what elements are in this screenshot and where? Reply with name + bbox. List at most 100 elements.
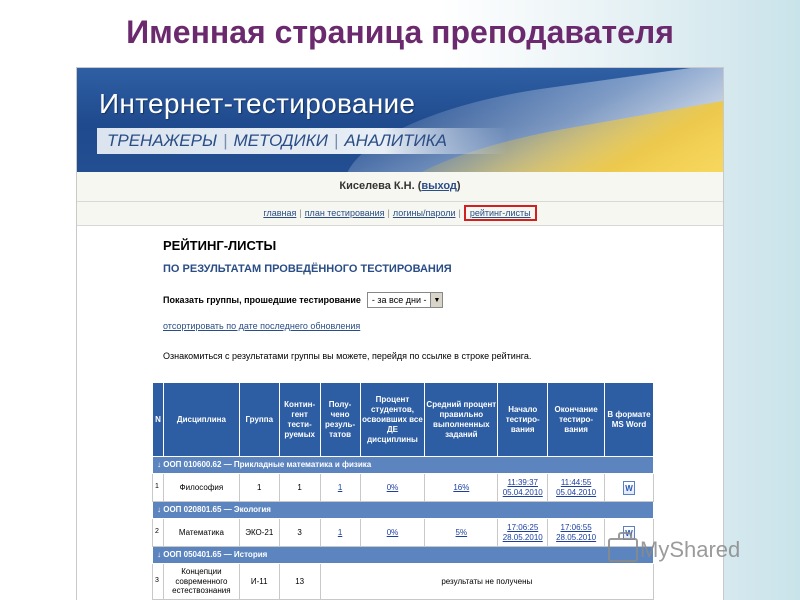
date-filter-select[interactable]: - за все дни - ▼ xyxy=(366,292,444,308)
row-end-cell: 17:06:55 28.05.2010 xyxy=(547,518,606,547)
group-code: 050401.65 xyxy=(183,550,222,560)
main-content: РЕЙТИНГ-ЛИСТЫ ПО РЕЗУЛЬТАТАМ ПРОВЕДЁННОГ… xyxy=(77,226,723,361)
sort-by-date-link[interactable]: отсортировать по дате последнего обновле… xyxy=(163,321,360,331)
group-cell[interactable]: ↓ ООП 050401.65 — История xyxy=(152,546,654,564)
group-cell[interactable]: ↓ ООП 020801.65 — Экология xyxy=(152,501,654,519)
info-text: Ознакомиться с результатами группы вы мо… xyxy=(163,351,532,361)
page-subtitle: ПО РЕЗУЛЬТАТАМ ПРОВЕДЁННОГО ТЕСТИРОВАНИЯ xyxy=(163,263,452,275)
nav-active-highlight: рейтинг-листы xyxy=(463,205,537,221)
col-header-n: N xyxy=(152,382,164,457)
table-row: 2 Математика ЭКО-21 3 1 0% 5% 17:06:25 28… xyxy=(152,518,654,547)
row-discipline: Концепции современного естествознания xyxy=(162,563,240,600)
group-name: — Прикладные математика и физика xyxy=(221,460,372,470)
row-contingent: 3 xyxy=(278,518,321,547)
banner-menu: ТРЕНАЖЕРЫ | МЕТОДИКИ | АНАЛИТИКА xyxy=(97,128,508,154)
logout-link[interactable]: выход xyxy=(421,180,457,192)
row-avg-percent-link[interactable]: 16% xyxy=(453,483,469,492)
row-group: ЭКО-21 xyxy=(238,518,280,547)
group-cell[interactable]: ↓ ООП 010600.62 — Прикладные математика … xyxy=(152,456,654,474)
group-row[interactable]: ↓ ООП 050401.65 — История xyxy=(152,546,654,564)
nav-logins[interactable]: логины/пароли xyxy=(393,208,456,218)
table-row: 3 Концепции современного естествознания … xyxy=(152,563,655,600)
browser-page: Интернет-тестирование ТРЕНАЖЕРЫ | МЕТОДИКИ… xyxy=(76,67,724,600)
chevron-down-icon[interactable]: ▼ xyxy=(430,293,443,307)
row-number: 3 xyxy=(152,563,164,600)
row-percent-all-cell: 0% xyxy=(359,473,426,502)
col-header-contingent: Контин-гент тести-руемых xyxy=(278,382,321,457)
row-group: 1 xyxy=(238,473,280,502)
row-results-link[interactable]: 1 xyxy=(338,528,342,537)
filter-row: Показать группы, прошедшие тестирование … xyxy=(163,292,723,308)
row-contingent: 1 xyxy=(278,473,321,502)
menu-methods[interactable]: МЕТОДИКИ xyxy=(233,131,327,150)
row-discipline: Математика xyxy=(162,518,240,547)
menu-analytics[interactable]: АНАЛИТИКА xyxy=(344,131,447,150)
group-prefix: ↓ ООП xyxy=(157,505,184,515)
col-header-end: Окончание тестиро-вания xyxy=(547,382,606,457)
page-title: РЕЙТИНГ-ЛИСТЫ xyxy=(163,238,277,253)
col-header-group: Группа xyxy=(238,382,280,457)
row-number: 2 xyxy=(152,518,164,547)
col-header-results: Полу-чено резуль-татов xyxy=(319,382,361,457)
site-title: Интернет-тестирование xyxy=(99,88,416,119)
nav-rating-lists[interactable]: рейтинг-листы xyxy=(470,208,531,218)
row-start-link[interactable]: 11:39:37 05.04.2010 xyxy=(503,478,543,497)
col-header-percent-all: Процент студентов, освоивших все ДЕ дисц… xyxy=(359,382,426,457)
table-row: 1 Философия 1 1 1 0% 16% 11:39:37 05.04.2… xyxy=(152,473,654,502)
row-end-link[interactable]: 17:06:55 28.05.2010 xyxy=(556,523,596,542)
row-end-time: 17:06:55 xyxy=(560,522,592,532)
col-header-avg-percent: Средний процент правильно выполненных за… xyxy=(424,382,499,457)
row-start-link[interactable]: 17:06:25 28.05.2010 xyxy=(503,523,543,542)
row-start-cell: 11:39:37 05.04.2010 xyxy=(497,473,549,502)
date-filter-value: - за все дни - xyxy=(371,295,427,305)
table-header-row: N Дисциплина Группа Контин-гент тести-ру… xyxy=(152,382,654,457)
menu-trainers[interactable]: ТРЕНАЖЕРЫ xyxy=(107,131,217,150)
menu-separator: | xyxy=(223,131,228,150)
row-percent-all-link[interactable]: 0% xyxy=(387,528,399,537)
row-start-date: 28.05.2010 xyxy=(502,532,543,542)
row-avg-percent-cell: 16% xyxy=(424,473,499,502)
briefcase-icon xyxy=(608,532,638,562)
row-contingent: 13 xyxy=(278,563,321,600)
row-avg-percent-cell: 5% xyxy=(424,518,499,547)
group-prefix: ↓ ООП xyxy=(157,460,184,470)
user-bar-close: ) xyxy=(456,180,461,192)
col-header-word: В формате MS Word xyxy=(604,382,654,457)
nav-home[interactable]: главная xyxy=(263,208,296,218)
nav-test-plan[interactable]: план тестирования xyxy=(305,208,385,218)
menu-separator: | xyxy=(333,131,339,150)
row-end-time: 11:44:55 xyxy=(560,477,592,487)
group-row[interactable]: ↓ ООП 010600.62 — Прикладные математика … xyxy=(152,456,654,474)
row-end-date: 05.04.2010 xyxy=(556,487,597,497)
group-name: — Экология xyxy=(221,505,271,515)
row-word-cell: W xyxy=(604,473,654,502)
row-end-link[interactable]: 11:44:55 05.04.2010 xyxy=(556,478,596,497)
nav-bar: главная | план тестирования | логины/пароли |… xyxy=(77,202,723,226)
row-results-link[interactable]: 1 xyxy=(338,483,342,492)
group-name: — История xyxy=(221,550,268,560)
user-bar: Киселева К.Н. (выход) xyxy=(77,172,723,202)
row-end-cell: 11:44:55 05.04.2010 xyxy=(547,473,606,502)
ms-word-icon[interactable]: W xyxy=(623,480,636,495)
row-end-date: 28.05.2010 xyxy=(556,532,597,542)
row-discipline: Философия xyxy=(162,473,240,502)
nav-separator: | xyxy=(299,208,302,218)
row-start-time: 17:06:25 xyxy=(507,522,539,532)
row-results-cell: 1 xyxy=(319,473,361,502)
group-code: 010600.62 xyxy=(183,460,222,470)
row-percent-all-cell: 0% xyxy=(359,518,426,547)
row-percent-all-link[interactable]: 0% xyxy=(387,483,399,492)
nav-separator: | xyxy=(458,208,461,218)
filter-label: Показать группы, прошедшие тестирование xyxy=(163,295,361,305)
watermark: MyShared xyxy=(608,532,741,563)
row-start-cell: 17:06:25 28.05.2010 xyxy=(497,518,549,547)
row-start-time: 11:39:37 xyxy=(507,477,538,487)
row-avg-percent-link[interactable]: 5% xyxy=(456,528,468,537)
watermark-text: MyShared xyxy=(640,537,741,562)
slide-title: Именная страница преподавателя xyxy=(126,14,674,50)
site-banner: Интернет-тестирование ТРЕНАЖЕРЫ | МЕТОДИКИ… xyxy=(77,68,723,172)
group-code: 020801.65 xyxy=(183,505,222,515)
group-row[interactable]: ↓ ООП 020801.65 — Экология xyxy=(152,501,654,519)
rating-table: N Дисциплина Группа Контин-гент тести-ру… xyxy=(152,382,655,600)
row-number: 1 xyxy=(152,473,164,502)
